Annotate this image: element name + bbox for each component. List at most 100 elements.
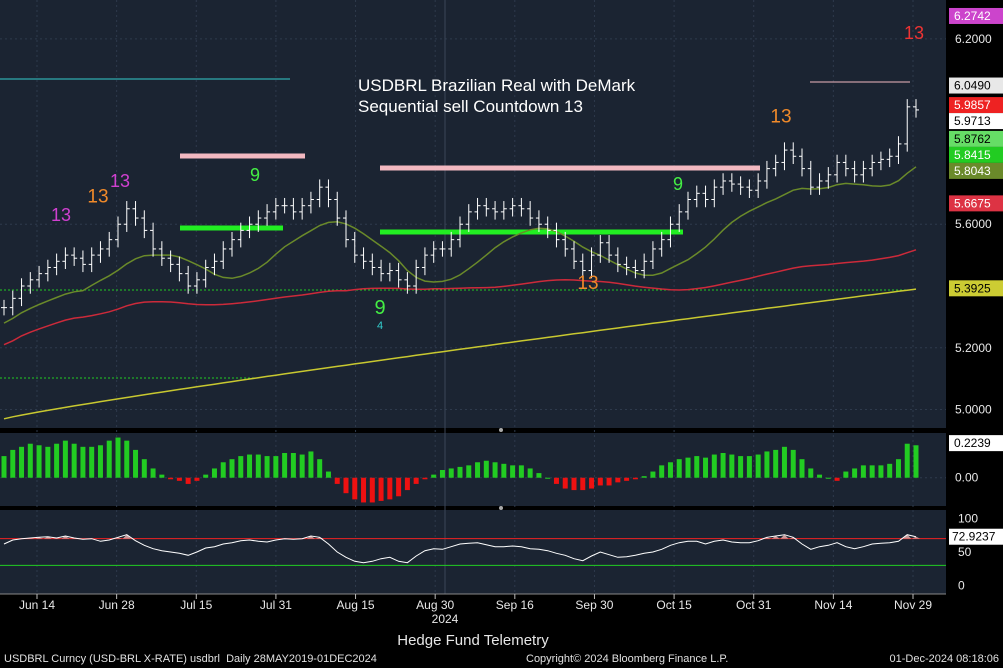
macd-bar <box>650 471 656 478</box>
macd-bar <box>518 465 524 478</box>
macd-bar <box>685 457 691 478</box>
chart-canvas: 131313 9941391313 6.20005.60005.20005.000… <box>0 0 1003 626</box>
price-tick-label: 5.6000 <box>955 217 992 231</box>
price-label-text: 5.3925 <box>954 281 991 295</box>
x-tick-label: Sep 30 <box>575 598 613 612</box>
macd-bar <box>843 471 849 478</box>
x-tick-label: Jun 28 <box>99 598 135 612</box>
macd-bar <box>887 463 893 478</box>
macd-bar <box>597 477 603 486</box>
macd-bar <box>773 449 779 478</box>
macd-bar <box>238 456 244 478</box>
macd-bar <box>89 446 95 478</box>
macd-bar <box>536 473 542 478</box>
macd-bar <box>553 477 559 484</box>
macd-bar <box>764 451 770 478</box>
footer: Hedge Fund Telemetry USDBRL Curncy (USD-… <box>0 626 1003 668</box>
macd-bar <box>659 465 665 478</box>
macd-bar <box>711 454 717 478</box>
x-tick-label: Oct 15 <box>656 598 692 612</box>
macd-bar <box>343 477 349 494</box>
x-tick-label: Jul 31 <box>260 598 292 612</box>
macd-bar <box>878 465 884 478</box>
macd-bar <box>255 454 261 478</box>
macd-bar <box>71 443 77 478</box>
rsi-tick-label: 100 <box>958 512 978 526</box>
macd-bar <box>738 456 744 478</box>
demark-count-label: 4 <box>377 320 383 332</box>
macd-bar <box>229 459 235 478</box>
macd-bar <box>834 477 840 481</box>
x-tick-label: Nov 29 <box>894 598 932 612</box>
rsi-tick-label: 50 <box>958 545 972 559</box>
demark-count-label: 13 <box>577 273 598 294</box>
rsi-label-text: 72.9237 <box>952 530 996 544</box>
macd-bar <box>194 477 200 481</box>
x-tick-label: Aug 15 <box>337 598 375 612</box>
macd-bar <box>580 477 586 491</box>
macd-bar <box>334 477 340 484</box>
macd-bar <box>352 477 358 500</box>
macd-bar <box>211 468 217 478</box>
price-label-text: 5.9713 <box>954 114 991 128</box>
macd-bar <box>97 445 103 478</box>
macd-bar <box>220 462 226 478</box>
macd-bar <box>317 459 323 478</box>
macd-bar <box>185 477 191 484</box>
macd-bar <box>904 443 910 478</box>
macd-bar <box>159 474 165 478</box>
macd-bar <box>694 456 700 478</box>
macd-bar <box>606 477 612 486</box>
macd-bar <box>860 465 866 478</box>
price-panel-bg <box>0 0 946 428</box>
macd-bar <box>703 457 709 478</box>
chart-title-line-1: USDBRL Brazilian Real with DeMark <box>358 76 636 95</box>
chart-title-line-2: Sequential sell Countdown 13 <box>358 97 583 116</box>
x-tick-label: Jun 14 <box>19 598 55 612</box>
demark-count-label: 13 <box>51 205 71 225</box>
macd-tick-label: 0.00 <box>955 471 979 485</box>
macd-bar <box>36 445 42 478</box>
macd-bar <box>325 471 331 478</box>
macd-bar <box>439 470 445 478</box>
rsi-tick-label: 0 <box>958 578 965 592</box>
macd-bar <box>466 465 472 478</box>
macd-bar <box>510 465 516 478</box>
panel-handle-icon[interactable] <box>499 506 503 510</box>
macd-bar <box>501 463 507 478</box>
macd-bar <box>115 437 121 478</box>
macd-bar <box>282 453 288 478</box>
x-tick-label: Jul 15 <box>180 598 212 612</box>
macd-bar <box>290 453 296 478</box>
macd-bar <box>54 443 60 478</box>
macd-bar <box>1 456 7 478</box>
macd-bar <box>133 449 139 478</box>
macd-bar <box>308 451 314 478</box>
macd-bar <box>667 462 673 478</box>
macd-bar <box>361 477 367 503</box>
macd-bar <box>27 443 33 478</box>
macd-bar <box>746 456 752 478</box>
macd-label-text: 0.2239 <box>954 436 991 450</box>
security-description: USDBRL Curncy (USD-BRL X-RATE) usdbrl Da… <box>4 653 377 665</box>
demark-count-label: 9 <box>250 165 260 185</box>
macd-bar <box>527 468 533 478</box>
price-tick-label: 6.2000 <box>955 32 992 46</box>
year-label: 2024 <box>432 612 459 626</box>
timestamp: 01-Dec-2024 08:18:06 <box>889 653 999 665</box>
panel-handle-icon[interactable] <box>499 428 503 432</box>
x-tick-label: Nov 14 <box>814 598 852 612</box>
macd-bar <box>448 468 454 478</box>
macd-bar <box>10 449 16 478</box>
price-label-text: 6.0490 <box>954 79 991 93</box>
macd-bar <box>755 454 761 478</box>
macd-bar <box>396 477 402 497</box>
demark-count-label: 9 <box>374 297 385 319</box>
macd-bar <box>624 477 630 481</box>
macd-bar <box>676 459 682 478</box>
macd-bar <box>19 446 25 478</box>
macd-bar <box>106 440 112 478</box>
macd-bar <box>413 477 419 484</box>
macd-bar <box>562 477 568 489</box>
copyright: Copyright© 2024 Bloomberg Finance L.P. <box>526 653 729 665</box>
